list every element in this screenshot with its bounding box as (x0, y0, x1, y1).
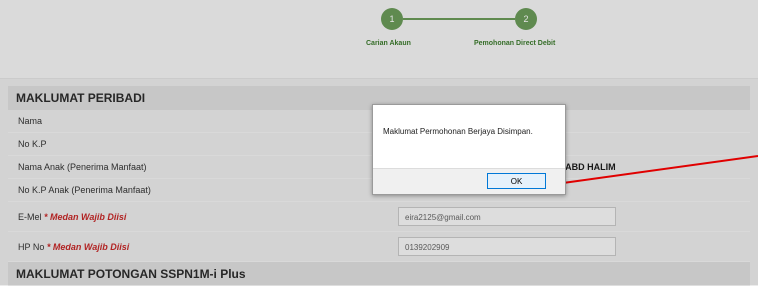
annotation-line (562, 155, 758, 184)
alert-dialog: Maklumat Permohonan Berjaya Disimpan. OK (372, 104, 566, 195)
dialog-message: Maklumat Permohonan Berjaya Disimpan. (383, 127, 533, 136)
dialog-footer: OK (373, 168, 565, 194)
page: 1 2 Carian Akaun Pemohonan Direct Debit … (0, 0, 758, 286)
ok-button[interactable]: OK (487, 173, 546, 189)
